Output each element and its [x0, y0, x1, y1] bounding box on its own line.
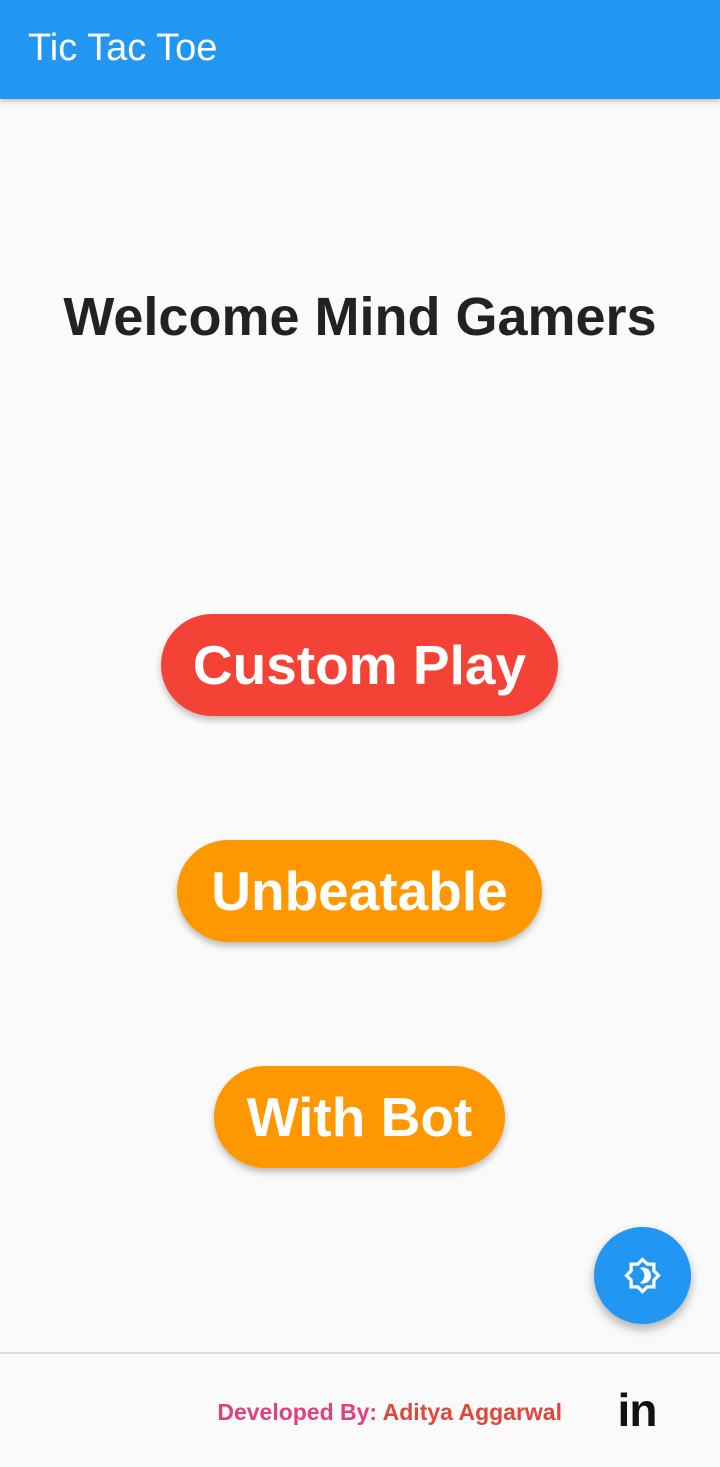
linkedin-icon[interactable]: in: [611, 1384, 663, 1436]
custom-play-button[interactable]: Custom Play: [161, 614, 558, 716]
app-title: Tic Tac Toe: [28, 27, 218, 69]
developed-by-label: Developed By:: [217, 1399, 378, 1425]
app-bar: Tic Tac Toe: [0, 0, 720, 99]
with-bot-button[interactable]: With Bot: [214, 1066, 505, 1168]
theme-toggle-button[interactable]: [594, 1227, 691, 1324]
unbeatable-button[interactable]: Unbeatable: [177, 840, 542, 942]
developer-name: Aditya Aggarwal: [382, 1399, 562, 1425]
welcome-heading: Welcome Mind Gamers: [63, 287, 657, 347]
developer-credit: Developed By: Aditya Aggarwal: [0, 1398, 562, 1426]
brightness-theme-icon: [624, 1257, 661, 1294]
bottom-bar: Developed By: Aditya Aggarwal in: [0, 1352, 720, 1467]
